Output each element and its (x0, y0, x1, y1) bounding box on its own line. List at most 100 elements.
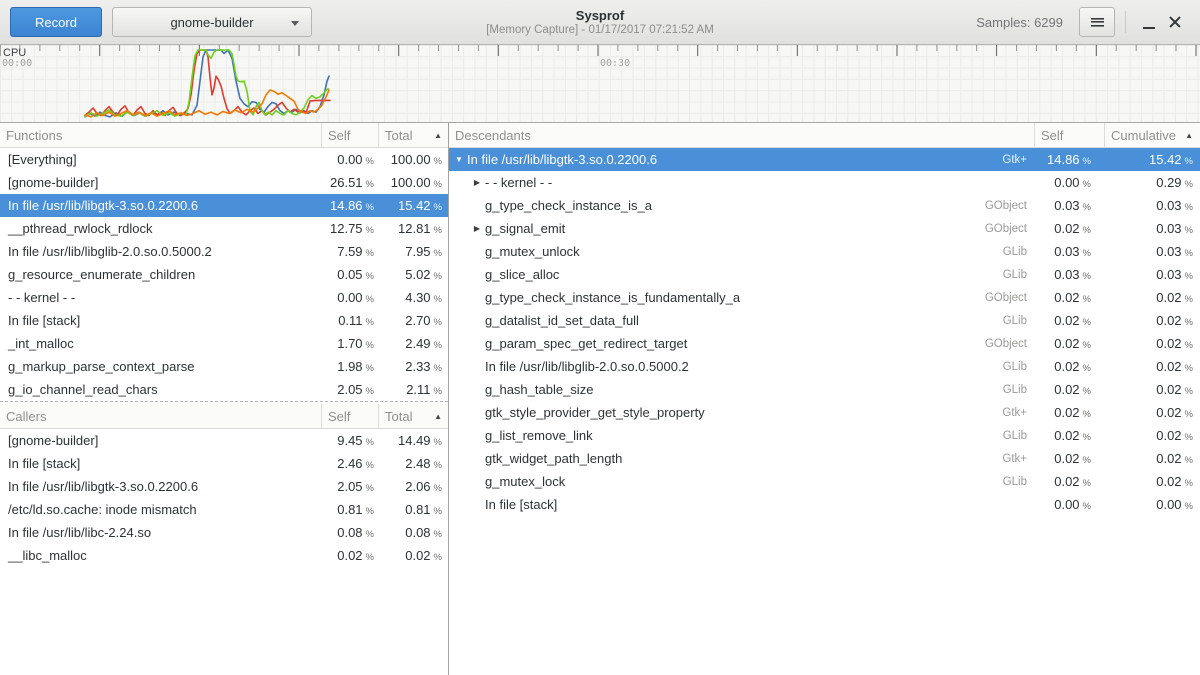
function-name-text: g_io_channel_read_chars (8, 382, 158, 397)
function-name: - - kernel - - (0, 290, 322, 305)
functions-row[interactable]: [gnome-builder]26.51%100.00% (0, 171, 448, 194)
percent-value: 4.30% (379, 290, 448, 305)
percent-sign: % (1083, 179, 1091, 190)
descendants-row[interactable]: In file [stack]0.00%0.00% (449, 493, 1200, 516)
percent-sign: % (434, 529, 442, 540)
descendant-name-text: - - kernel - - (485, 175, 552, 190)
close-button[interactable] (1162, 9, 1188, 35)
function-name-text: [Everything] (8, 152, 77, 167)
descendants-row[interactable]: g_type_check_instance_is_aGObject0.03%0.… (449, 194, 1200, 217)
value-text: 2.70 (405, 313, 430, 328)
functions-row[interactable]: [Everything]0.00%100.00% (0, 148, 448, 171)
library-badge: GObject (985, 338, 1035, 350)
descendants-row[interactable]: g_mutex_lockGLib0.02%0.02% (449, 470, 1200, 493)
descendants-row[interactable]: gtk_style_provider_get_style_propertyGtk… (449, 401, 1200, 424)
value-text: 0.00 (1054, 175, 1079, 190)
descendant-name-text: In file [stack] (485, 497, 557, 512)
value-text: 12.75 (330, 221, 363, 236)
percent-sign: % (1185, 248, 1193, 259)
value-text: 15.42 (398, 198, 431, 213)
callers-column-header-total[interactable]: Total▲ (379, 404, 448, 428)
descendants-column-header-self[interactable]: Self (1035, 123, 1105, 147)
percent-value: 0.02% (1035, 474, 1105, 489)
functions-column-header-self[interactable]: Self (322, 123, 379, 147)
descendant-name: g_slice_allocGLib (449, 267, 1035, 282)
functions-row[interactable]: g_markup_parse_context_parse1.98%2.33% (0, 355, 448, 378)
descendants-row[interactable]: gtk_widget_path_lengthGtk+0.02%0.02% (449, 447, 1200, 470)
functions-row[interactable]: __pthread_rwlock_rdlock12.75%12.81% (0, 217, 448, 240)
expander-closed-icon[interactable]: ▶ (469, 224, 485, 233)
percent-value: 1.98% (322, 359, 379, 374)
descendant-name: In file /usr/lib/libglib-2.0.so.0.5000.2… (449, 359, 1035, 374)
functions-row[interactable]: - - kernel - -0.00%4.30% (0, 286, 448, 309)
descendant-name-text: gtk_style_provider_get_style_property (485, 405, 705, 420)
functions-column-header-name[interactable]: Functions (0, 123, 322, 147)
functions-row[interactable]: In file [stack]0.11%2.70% (0, 309, 448, 332)
functions-row[interactable]: In file /usr/lib/libgtk-3.so.0.2200.614.… (0, 194, 448, 217)
callers-row[interactable]: In file /usr/lib/libc-2.24.so0.08%0.08% (0, 521, 448, 544)
descendant-name: g_mutex_lockGLib (449, 474, 1035, 489)
percent-sign: % (366, 248, 374, 259)
function-name: In file [stack] (0, 313, 322, 328)
percent-value: 0.02% (322, 548, 379, 563)
functions-row[interactable]: g_resource_enumerate_children0.05%5.02% (0, 263, 448, 286)
value-text: 0.02 (337, 548, 362, 563)
functions-row[interactable]: g_io_channel_read_chars2.05%2.11% (0, 378, 448, 401)
percent-value: 0.03% (1035, 198, 1105, 213)
column-label: Cumulative (1111, 128, 1176, 143)
descendants-row[interactable]: ▶g_signal_emitGObject0.02%0.03% (449, 217, 1200, 240)
callers-column-header-self[interactable]: Self (322, 404, 379, 428)
target-selector-dropdown[interactable]: gnome-builder (112, 7, 312, 37)
percent-value: 2.48% (379, 456, 448, 471)
function-name-text: _int_malloc (8, 336, 74, 351)
sort-ascending-icon: ▲ (428, 131, 442, 140)
expander-open-icon[interactable]: ▼ (451, 155, 467, 164)
descendants-column-header-cumulative[interactable]: Cumulative▲ (1105, 123, 1200, 147)
descendants-row[interactable]: g_param_spec_get_redirect_targetGObject0… (449, 332, 1200, 355)
descendant-name-text: gtk_widget_path_length (485, 451, 622, 466)
callers-row[interactable]: /etc/ld.so.cache: inode mismatch0.81%0.8… (0, 498, 448, 521)
library-badge: GLib (1003, 476, 1035, 488)
library-badge: GLib (1003, 315, 1035, 327)
functions-row[interactable]: In file /usr/lib/libglib-2.0.so.0.5000.2… (0, 240, 448, 263)
callers-row[interactable]: In file [stack]2.46%2.48% (0, 452, 448, 475)
descendants-row[interactable]: g_slice_allocGLib0.03%0.03% (449, 263, 1200, 286)
value-text: 15.42 (1149, 152, 1182, 167)
percent-value: 0.03% (1035, 267, 1105, 282)
percent-sign: % (1083, 202, 1091, 213)
functions-row[interactable]: _int_malloc1.70%2.49% (0, 332, 448, 355)
descendants-row[interactable]: ▶- - kernel - -0.00%0.29% (449, 171, 1200, 194)
descendant-name: g_type_check_instance_is_aGObject (449, 198, 1035, 213)
value-text: 0.02 (405, 548, 430, 563)
minimize-button[interactable] (1136, 9, 1162, 35)
cpu-graph[interactable]: CPU 00:00 00:30 (0, 45, 1200, 123)
descendants-column-header-name[interactable]: Descendants (449, 123, 1035, 147)
value-text: 0.03 (1054, 244, 1079, 259)
function-name-text: __libc_malloc (8, 548, 87, 563)
descendants-row[interactable]: g_type_check_instance_is_fundamentally_a… (449, 286, 1200, 309)
value-text: 12.81 (398, 221, 431, 236)
descendants-row[interactable]: ▼In file /usr/lib/libgtk-3.so.0.2200.6Gt… (449, 148, 1200, 171)
callers-row[interactable]: [gnome-builder]9.45%14.49% (0, 429, 448, 452)
percent-sign: % (366, 386, 374, 397)
percent-sign: % (1083, 455, 1091, 466)
percent-sign: % (1083, 225, 1091, 236)
descendants-row[interactable]: g_mutex_unlockGLib0.03%0.03% (449, 240, 1200, 263)
percent-value: 2.05% (322, 479, 379, 494)
column-label: Descendants (455, 128, 531, 143)
callers-row[interactable]: __libc_malloc 0.02%0.02% (0, 544, 448, 567)
functions-column-header-total[interactable]: Total▲ (379, 123, 448, 147)
expander-closed-icon[interactable]: ▶ (469, 178, 485, 187)
descendants-row[interactable]: g_datalist_id_set_data_fullGLib0.02%0.02… (449, 309, 1200, 332)
menu-button[interactable] (1079, 7, 1115, 37)
library-badge: GLib (1003, 361, 1035, 373)
descendants-row[interactable]: g_list_remove_linkGLib0.02%0.02% (449, 424, 1200, 447)
percent-sign: % (366, 340, 374, 351)
callers-row[interactable]: In file /usr/lib/libgtk-3.so.0.2200.62.0… (0, 475, 448, 498)
value-text: 2.49 (405, 336, 430, 351)
callers-column-header-name[interactable]: Callers (0, 404, 322, 428)
percent-value: 0.02% (379, 548, 448, 563)
descendants-row[interactable]: g_hash_table_sizeGLib0.02%0.02% (449, 378, 1200, 401)
record-button[interactable]: Record (10, 7, 102, 37)
descendants-row[interactable]: In file /usr/lib/libglib-2.0.so.0.5000.2… (449, 355, 1200, 378)
